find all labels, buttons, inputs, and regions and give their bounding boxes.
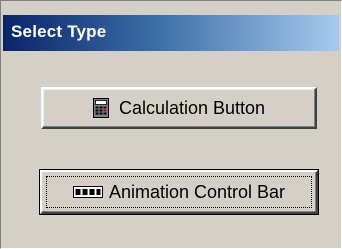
animation-button-label: Animation Control Bar — [108, 181, 286, 202]
calculation-button-label: Calculation Button — [118, 97, 266, 118]
calculation-button[interactable]: Calculation Button — [41, 87, 317, 129]
select-type-panel: Select Type Calculation Button Animation… — [0, 0, 342, 249]
control-bar-icon — [72, 186, 103, 198]
calculation-button-content: Calculation Button — [92, 97, 266, 119]
dialog-title: Select Type — [11, 22, 107, 41]
animation-button-content: Animation Control Bar — [72, 181, 286, 203]
calculator-icon — [92, 98, 109, 118]
title-bar: Select Type — [3, 15, 339, 51]
animation-control-bar-button[interactable]: Animation Control Bar — [39, 169, 319, 215]
